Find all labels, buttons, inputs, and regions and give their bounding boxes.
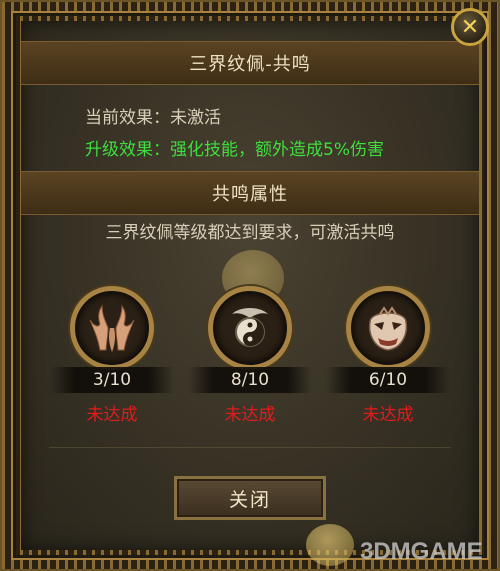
upgrade-effect-text: 升级效果：强化技能，额外造成5%伤害 [85,140,384,160]
mascot-logo-icon [306,524,354,566]
pendant-progress-2: 8/10 [188,367,312,393]
demon-mask-emblem-icon [368,306,408,351]
current-effect-text: 当前效果：未激活 [85,108,221,128]
requirement-text: 三界纹佩等级都达到要求，可激活共鸣 [105,223,395,243]
pendant-slot-1[interactable] [70,286,154,370]
pendant-progress-3: 6/10 [326,367,450,393]
pendant-slot-3[interactable] [346,286,430,370]
pendant-status-2: 未达成 [224,405,276,425]
antler-emblem-icon [89,304,135,352]
close-icon[interactable]: ✕ [451,8,489,46]
pendant-slot-2[interactable] [208,286,292,370]
pendant-progress-1: 3/10 [50,367,174,393]
pendant-status-3: 未达成 [362,405,414,425]
watermark-text: 3DMGAME [360,538,483,565]
divider [49,447,451,448]
close-button[interactable]: 关闭 [174,476,326,520]
section-title-resonance: 共鸣属性 [21,171,479,215]
dialog-title: 三界纹佩-共鸣 [21,41,479,85]
pendant-status-1: 未达成 [86,405,138,425]
taiji-emblem-icon [232,308,268,347]
